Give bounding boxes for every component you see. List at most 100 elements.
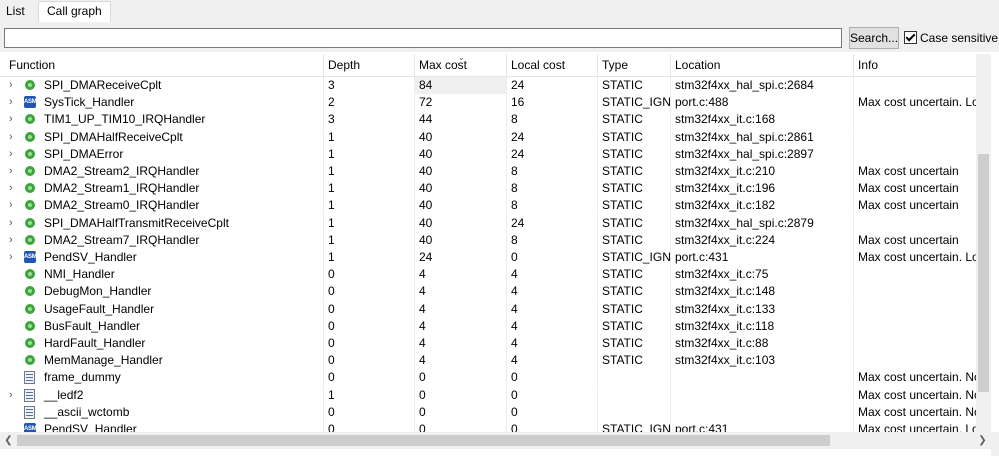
- vertical-scrollbar[interactable]: [976, 54, 991, 432]
- cell-function[interactable]: › SPI_DMAReceiveCplt: [0, 77, 324, 94]
- table-row[interactable]: › ASM PendSV_Handler 1240STATIC_IGN...port.…: [0, 249, 976, 266]
- table-row[interactable]: › SPI_DMAHalfReceiveCplt 1 40 24 STATIC stm32f…: [0, 128, 976, 146]
- cell-info: [854, 215, 976, 232]
- vertical-scrollbar-thumb[interactable]: [978, 154, 989, 392]
- table-row[interactable]: NMI_Handler 0 4 4 STATIC stm32f4xx_it.c:75: [0, 266, 976, 284]
- cell-max-cost: 72: [415, 94, 507, 112]
- table-row[interactable]: frame_dummy 0 0 0 Max cost uncertain. No: [0, 369, 976, 387]
- chevron-right-icon[interactable]: ›: [9, 387, 19, 404]
- cell-type: STATIC: [598, 214, 671, 232]
- chevron-right-icon[interactable]: ›: [9, 111, 19, 128]
- cell-type: STATIC_IGN...: [598, 421, 671, 432]
- table-row[interactable]: __ascii_wctomb 0 0 0 Max cost uncertain. No: [0, 403, 976, 421]
- table-row[interactable]: › DMA2_Stream2_IRQHandler 1 40 8 STATIC stm32f…: [0, 163, 976, 180]
- cell-location: stm32f4xx_hal_spi.c:2684: [671, 77, 854, 94]
- tab-call-graph[interactable]: Call graph: [38, 1, 111, 24]
- table-row[interactable]: HardFault_Handler 0 4 4 STATIC stm32f4xx_it.c…: [0, 335, 976, 352]
- chevron-right-icon[interactable]: ›: [9, 197, 19, 214]
- chevron-right-icon[interactable]: ›: [9, 215, 19, 232]
- column-header-type[interactable]: Type: [598, 54, 671, 76]
- cell-depth: 1: [324, 249, 415, 266]
- tab-list[interactable]: List: [0, 2, 31, 21]
- cell-function[interactable]: › DMA2_Stream0_IRQHandler: [0, 197, 324, 215]
- cell-location: stm32f4xx_it.c:133: [671, 300, 854, 318]
- cell-local-cost: 4: [507, 352, 598, 370]
- table-row[interactable]: › __ledf2 1 0 0 Max cost uncertain. No: [0, 386, 976, 404]
- binary-file-icon: [24, 388, 35, 402]
- cell-function[interactable]: › __ledf2: [0, 386, 324, 404]
- cell-function[interactable]: › DMA2_Stream7_IRQHandler: [0, 231, 324, 249]
- function-icon: [25, 148, 35, 159]
- table-row[interactable]: DebugMon_Handler 0 4 4 STATIC stm32f4xx_it.c:…: [0, 283, 976, 301]
- function-name: SysTick_Handler: [44, 95, 135, 110]
- column-header-location[interactable]: Location: [671, 54, 854, 76]
- table-row[interactable]: › ASM SysTick_Handler 27216STATIC_IGN...por…: [0, 94, 976, 112]
- table-row[interactable]: BusFault_Handler 0 4 4 STATIC stm32f4xx_it.c:…: [0, 317, 976, 335]
- cell-function[interactable]: NMI_Handler: [0, 266, 324, 284]
- cell-depth: 0: [324, 300, 415, 318]
- search-input[interactable]: [4, 28, 842, 48]
- function-name: __ledf2: [44, 387, 84, 402]
- cell-function[interactable]: › ASM PendSV_Handler: [0, 249, 324, 266]
- column-header-depth[interactable]: Depth: [324, 54, 415, 76]
- table-row[interactable]: › SPI_DMAReceiveCplt 3 84 24 STATIC stm32f4xx_…: [0, 77, 976, 94]
- cell-max-cost: 0: [415, 386, 507, 404]
- chevron-right-icon[interactable]: ›: [9, 232, 19, 249]
- checkbox-checked-icon[interactable]: [904, 31, 917, 44]
- cell-function[interactable]: › SPI_DMAHalfTransmitReceiveCplt: [0, 214, 324, 232]
- cell-function[interactable]: ASM PendSV_Handler: [0, 421, 324, 432]
- cell-function[interactable]: › DMA2_Stream2_IRQHandler: [0, 163, 324, 180]
- cell-function[interactable]: › TIM1_UP_TIM10_IRQHandler: [0, 111, 324, 129]
- cell-type: [598, 403, 671, 421]
- cell-function[interactable]: __ascii_wctomb: [0, 403, 324, 421]
- cell-max-cost: 24: [415, 249, 507, 266]
- cell-function[interactable]: frame_dummy: [0, 369, 324, 387]
- chevron-right-icon[interactable]: ›: [9, 94, 19, 111]
- cell-local-cost: 4: [507, 300, 598, 318]
- function-name: PendSV_Handler: [44, 422, 137, 432]
- table-row[interactable]: › DMA2_Stream0_IRQHandler 1 40 8 STATIC stm32f…: [0, 197, 976, 215]
- scrollbar-corner: [991, 432, 999, 456]
- cell-function[interactable]: › DMA2_Stream1_IRQHandler: [0, 180, 324, 198]
- function-name: __ascii_wctomb: [44, 404, 130, 419]
- scroll-left-icon[interactable]: ❮: [0, 432, 17, 449]
- chevron-right-icon[interactable]: ›: [9, 146, 19, 163]
- cell-type: [598, 369, 671, 387]
- cell-info: Max cost uncertain: [858, 164, 959, 178]
- table-row[interactable]: › SPI_DMAHalfTransmitReceiveCplt 1 40 24 STAT…: [0, 214, 976, 232]
- table-row[interactable]: › TIM1_UP_TIM10_IRQHandler 3 44 8 STATIC stm32…: [0, 111, 976, 129]
- table-row[interactable]: MemManage_Handler 0 4 4 STATIC stm32f4xx_it.c…: [0, 352, 976, 370]
- search-button[interactable]: Search...: [849, 27, 899, 49]
- scroll-right-icon[interactable]: ❯: [974, 432, 991, 449]
- cell-function[interactable]: BusFault_Handler: [0, 317, 324, 335]
- chevron-right-icon[interactable]: ›: [9, 163, 19, 180]
- cell-function[interactable]: › SPI_DMAHalfReceiveCplt: [0, 128, 324, 146]
- table-row[interactable]: › DMA2_Stream1_IRQHandler 1 40 8 STATIC stm32f…: [0, 180, 976, 198]
- cell-location: stm32f4xx_it.c:148: [671, 283, 854, 301]
- chevron-right-icon[interactable]: ›: [9, 77, 19, 94]
- chevron-right-icon[interactable]: ›: [9, 180, 19, 197]
- table-row[interactable]: UsageFault_Handler 0 4 4 STATIC stm32f4xx_it.…: [0, 300, 976, 318]
- function-name: DMA2_Stream2_IRQHandler: [44, 164, 200, 178]
- table-row[interactable]: ASMPendSV_Handler000STATIC_IGN...port.c:…: [0, 421, 976, 432]
- cell-function[interactable]: DebugMon_Handler: [0, 283, 324, 301]
- chevron-right-icon[interactable]: ›: [9, 129, 19, 146]
- table-row[interactable]: › DMA2_Stream7_IRQHandler 1 40 8 STATIC stm32f…: [0, 231, 976, 249]
- cell-depth: 0: [324, 369, 415, 387]
- table-row[interactable]: › SPI_DMAError 1 40 24 STATIC stm32f4xx_hal_sp…: [0, 145, 976, 163]
- cell-function[interactable]: › SPI_DMAError: [0, 145, 324, 163]
- cell-function[interactable]: › ASM SysTick_Handler: [0, 94, 324, 112]
- column-header-function[interactable]: Function: [0, 54, 324, 76]
- cell-function[interactable]: MemManage_Handler: [0, 352, 324, 370]
- function-name: SPI_DMAReceiveCplt: [44, 78, 162, 92]
- horizontal-scrollbar[interactable]: ❮ ❯: [0, 432, 991, 449]
- cell-max-cost: 4: [415, 283, 507, 301]
- cell-function[interactable]: UsageFault_Handler: [0, 300, 324, 318]
- horizontal-scrollbar-thumb[interactable]: [17, 435, 830, 446]
- chevron-right-icon[interactable]: ›: [9, 249, 19, 266]
- column-header-info[interactable]: Info: [854, 54, 976, 76]
- column-header-local-cost[interactable]: Local cost: [507, 54, 598, 76]
- cell-local-cost: 24: [507, 128, 598, 146]
- cell-function[interactable]: HardFault_Handler: [0, 335, 324, 352]
- cell-info: Max cost uncertain: [858, 232, 959, 247]
